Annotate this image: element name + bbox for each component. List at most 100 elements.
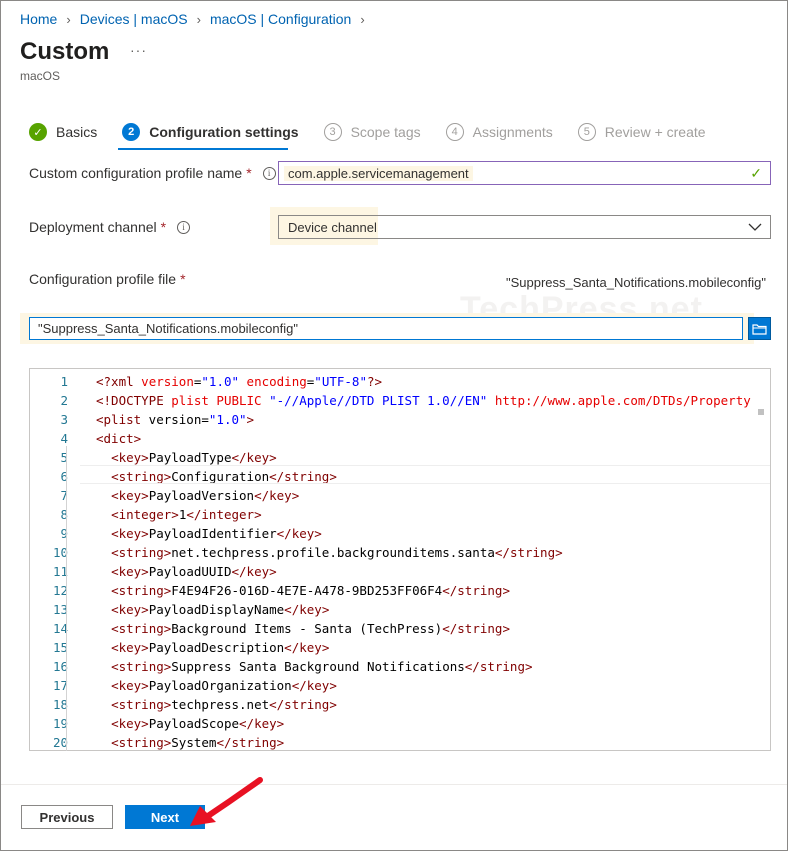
step-number: 3 xyxy=(323,123,342,141)
line-number: 10 xyxy=(52,545,68,560)
code-text: <?xml version="1.0" encoding="UTF-8"?> xyxy=(96,374,383,389)
code-editor[interactable]: 1 <?xml version="1.0" encoding="UTF-8"?> 2… xyxy=(29,368,771,751)
footer-divider xyxy=(1,784,787,785)
code-line[interactable]: 4 <dict> xyxy=(30,429,770,448)
step-number: 2 xyxy=(122,123,141,141)
page-title: Custom xyxy=(20,38,110,65)
code-line[interactable]: 1 <?xml version="1.0" encoding="UTF-8"?> xyxy=(30,372,770,391)
line-number: 7 xyxy=(60,488,68,503)
code-text: <!DOCTYPE plist PUBLIC "-//Apple//DTD PL… xyxy=(96,393,751,408)
breadcrumb-home[interactable]: Home xyxy=(20,11,57,27)
previous-button[interactable]: Previous xyxy=(21,805,113,829)
code-text: <string>Suppress Santa Background Notifi… xyxy=(111,659,533,674)
code-text: <key>PayloadUUID</key> xyxy=(111,564,277,579)
breadcrumb-macos-configuration[interactable]: macOS | Configuration xyxy=(210,11,351,27)
info-icon[interactable]: i xyxy=(177,220,191,234)
code-text: <key>PayloadIdentifier</key> xyxy=(111,526,322,541)
code-line[interactable]: 20 <string>System</string> xyxy=(30,733,770,750)
code-line[interactable]: 8 <integer>1</integer> xyxy=(30,505,770,524)
checkmark-icon: ✓ xyxy=(29,123,47,141)
code-line[interactable]: 19 <key>PayloadScope</key> xyxy=(30,714,770,733)
current-line-highlight xyxy=(80,465,770,484)
page-subtitle: macOS xyxy=(20,69,61,83)
code-line[interactable]: 2 <!DOCTYPE plist PUBLIC "-//Apple//DTD P… xyxy=(30,391,770,410)
line-number: 11 xyxy=(52,564,68,579)
required-marker: * xyxy=(160,219,167,235)
code-text: <string>Background Items - Santa (TechPr… xyxy=(111,621,510,636)
line-number: 6 xyxy=(60,469,68,484)
line-number: 18 xyxy=(52,697,68,712)
profile-name-input[interactable]: com.apple.servicemanagement ✓ xyxy=(278,161,771,185)
code-line[interactable]: 15 <key>PayloadDescription</key> xyxy=(30,638,770,657)
code-text: <dict> xyxy=(96,431,142,446)
folder-icon xyxy=(752,323,767,335)
code-line[interactable]: 13 <key>PayloadDisplayName</key> xyxy=(30,600,770,619)
active-step-indicator xyxy=(118,148,288,150)
profile-file-input[interactable]: "Suppress_Santa_Notifications.mobileconf… xyxy=(29,317,743,340)
line-number: 4 xyxy=(60,431,68,446)
more-options-button[interactable]: ··· xyxy=(130,42,147,58)
info-icon[interactable]: i xyxy=(262,166,276,180)
line-number: 12 xyxy=(52,583,68,598)
code-line[interactable]: 18 <string>techpress.net</string> xyxy=(30,695,770,714)
step-label: Configuration settings xyxy=(149,124,299,140)
wizard-steps: ✓ Basics 2 Configuration settings 3 Scop… xyxy=(29,121,731,143)
annotation-arrow-icon xyxy=(190,777,263,826)
step-number: 5 xyxy=(577,123,596,141)
line-number: 2 xyxy=(60,393,68,408)
code-text: <string>techpress.net</string> xyxy=(111,697,337,712)
step-basics[interactable]: ✓ Basics xyxy=(29,123,97,141)
line-number: 20 xyxy=(52,735,68,750)
code-line[interactable]: 10 <string>net.techpress.profile.backgro… xyxy=(30,543,770,562)
code-text: <key>PayloadDisplayName</key> xyxy=(111,602,330,617)
code-text: <string>F4E94F26-016D-4E7E-A478-9BD253FF… xyxy=(111,583,510,598)
profile-file-input-value: "Suppress_Santa_Notifications.mobileconf… xyxy=(38,321,298,336)
line-number: 17 xyxy=(52,678,68,693)
code-line[interactable]: 17 <key>PayloadOrganization</key> xyxy=(30,676,770,695)
line-number: 9 xyxy=(60,526,68,541)
profile-file-label: Configuration profile file * xyxy=(29,271,186,287)
line-number: 15 xyxy=(52,640,68,655)
line-number: 3 xyxy=(60,412,68,427)
profile-name-label: Custom configuration profile name * i xyxy=(29,165,276,181)
step-scope-tags[interactable]: 3 Scope tags xyxy=(323,123,421,141)
code-text: <key>PayloadOrganization</key> xyxy=(111,678,337,693)
code-line[interactable]: 12 <string>F4E94F26-016D-4E7E-A478-9BD25… xyxy=(30,581,770,600)
code-line[interactable]: 14 <string>Background Items - Santa (Tec… xyxy=(30,619,770,638)
profile-name-label-text: Custom configuration profile name xyxy=(29,165,243,181)
code-line[interactable]: 3 <plist version="1.0"> xyxy=(30,410,770,429)
code-line[interactable]: 16 <string>Suppress Santa Background Not… xyxy=(30,657,770,676)
code-text: <key>PayloadType</key> xyxy=(111,450,277,465)
step-number: 4 xyxy=(445,123,464,141)
code-text: <string>net.techpress.profile.background… xyxy=(111,545,563,560)
breadcrumb-devices-macos[interactable]: Devices | macOS xyxy=(80,11,188,27)
selected-file-name: "Suppress_Santa_Notifications.mobileconf… xyxy=(506,275,766,290)
line-number: 8 xyxy=(60,507,68,522)
code-line[interactable]: 9 <key>PayloadIdentifier</key> xyxy=(30,524,770,543)
required-marker: * xyxy=(180,271,186,287)
checkmark-icon: ✓ xyxy=(750,165,762,181)
profile-file-label-text: Configuration profile file xyxy=(29,271,177,287)
deployment-channel-select[interactable]: Device channel xyxy=(278,215,771,239)
line-number: 1 xyxy=(60,374,68,389)
breadcrumb: Home › Devices | macOS › macOS | Configu… xyxy=(20,11,374,27)
code-text: <integer>1</integer> xyxy=(111,507,262,522)
folder-browse-icon[interactable] xyxy=(748,317,771,340)
profile-name-value: com.apple.servicemanagement xyxy=(284,165,473,181)
code-text: <key>PayloadScope</key> xyxy=(111,716,285,731)
line-number: 14 xyxy=(52,621,68,636)
chevron-right-icon: › xyxy=(360,11,365,27)
code-line[interactable]: 11 <key>PayloadUUID</key> xyxy=(30,562,770,581)
line-number: 16 xyxy=(52,659,68,674)
code-text: <key>PayloadVersion</key> xyxy=(111,488,300,503)
chevron-down-icon xyxy=(748,223,762,231)
code-line[interactable]: 7 <key>PayloadVersion</key> xyxy=(30,486,770,505)
step-review-create[interactable]: 5 Review + create xyxy=(577,123,706,141)
deployment-channel-label-text: Deployment channel xyxy=(29,219,157,235)
step-assignments[interactable]: 4 Assignments xyxy=(445,123,553,141)
line-number: 13 xyxy=(52,602,68,617)
code-text: <plist version="1.0"> xyxy=(96,412,255,427)
step-label: Basics xyxy=(56,124,98,140)
step-configuration-settings[interactable]: 2 Configuration settings xyxy=(122,123,299,141)
code-text: <key>PayloadDescription</key> xyxy=(111,640,330,655)
